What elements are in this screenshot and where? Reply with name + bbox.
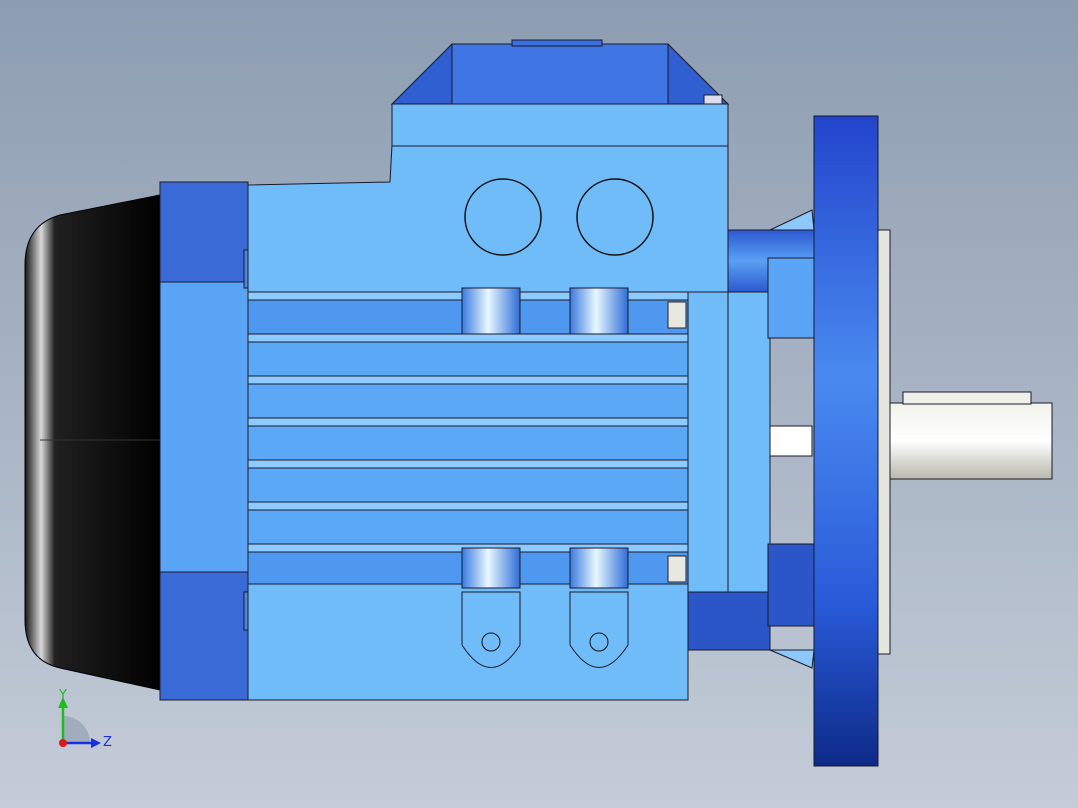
motor-model[interactable]: Y Z <box>0 0 1078 808</box>
bolt-bottom-1 <box>461 547 521 589</box>
bolt-top-2 <box>569 287 629 335</box>
y-axis-label: Y <box>58 688 67 703</box>
front-end-shield <box>687 291 771 593</box>
fan-end-cap <box>24 194 161 691</box>
terminal-box <box>391 103 729 147</box>
bolt-bottom-2 <box>569 547 629 589</box>
cable-gland-right <box>576 178 654 256</box>
mounting-foot-2 <box>569 591 629 668</box>
mounting-foot-1 <box>461 591 521 668</box>
cooling-fins <box>247 291 689 585</box>
output-shaft <box>889 402 1053 480</box>
cad-viewport[interactable]: Y Z <box>0 0 1078 808</box>
mounting-flange <box>813 115 879 767</box>
bolt-top-1 <box>461 287 521 335</box>
shaft-key <box>902 391 1032 405</box>
coordinate-triad: Y Z <box>58 688 112 750</box>
cable-gland-left <box>464 178 542 256</box>
z-axis-label: Z <box>103 735 112 750</box>
